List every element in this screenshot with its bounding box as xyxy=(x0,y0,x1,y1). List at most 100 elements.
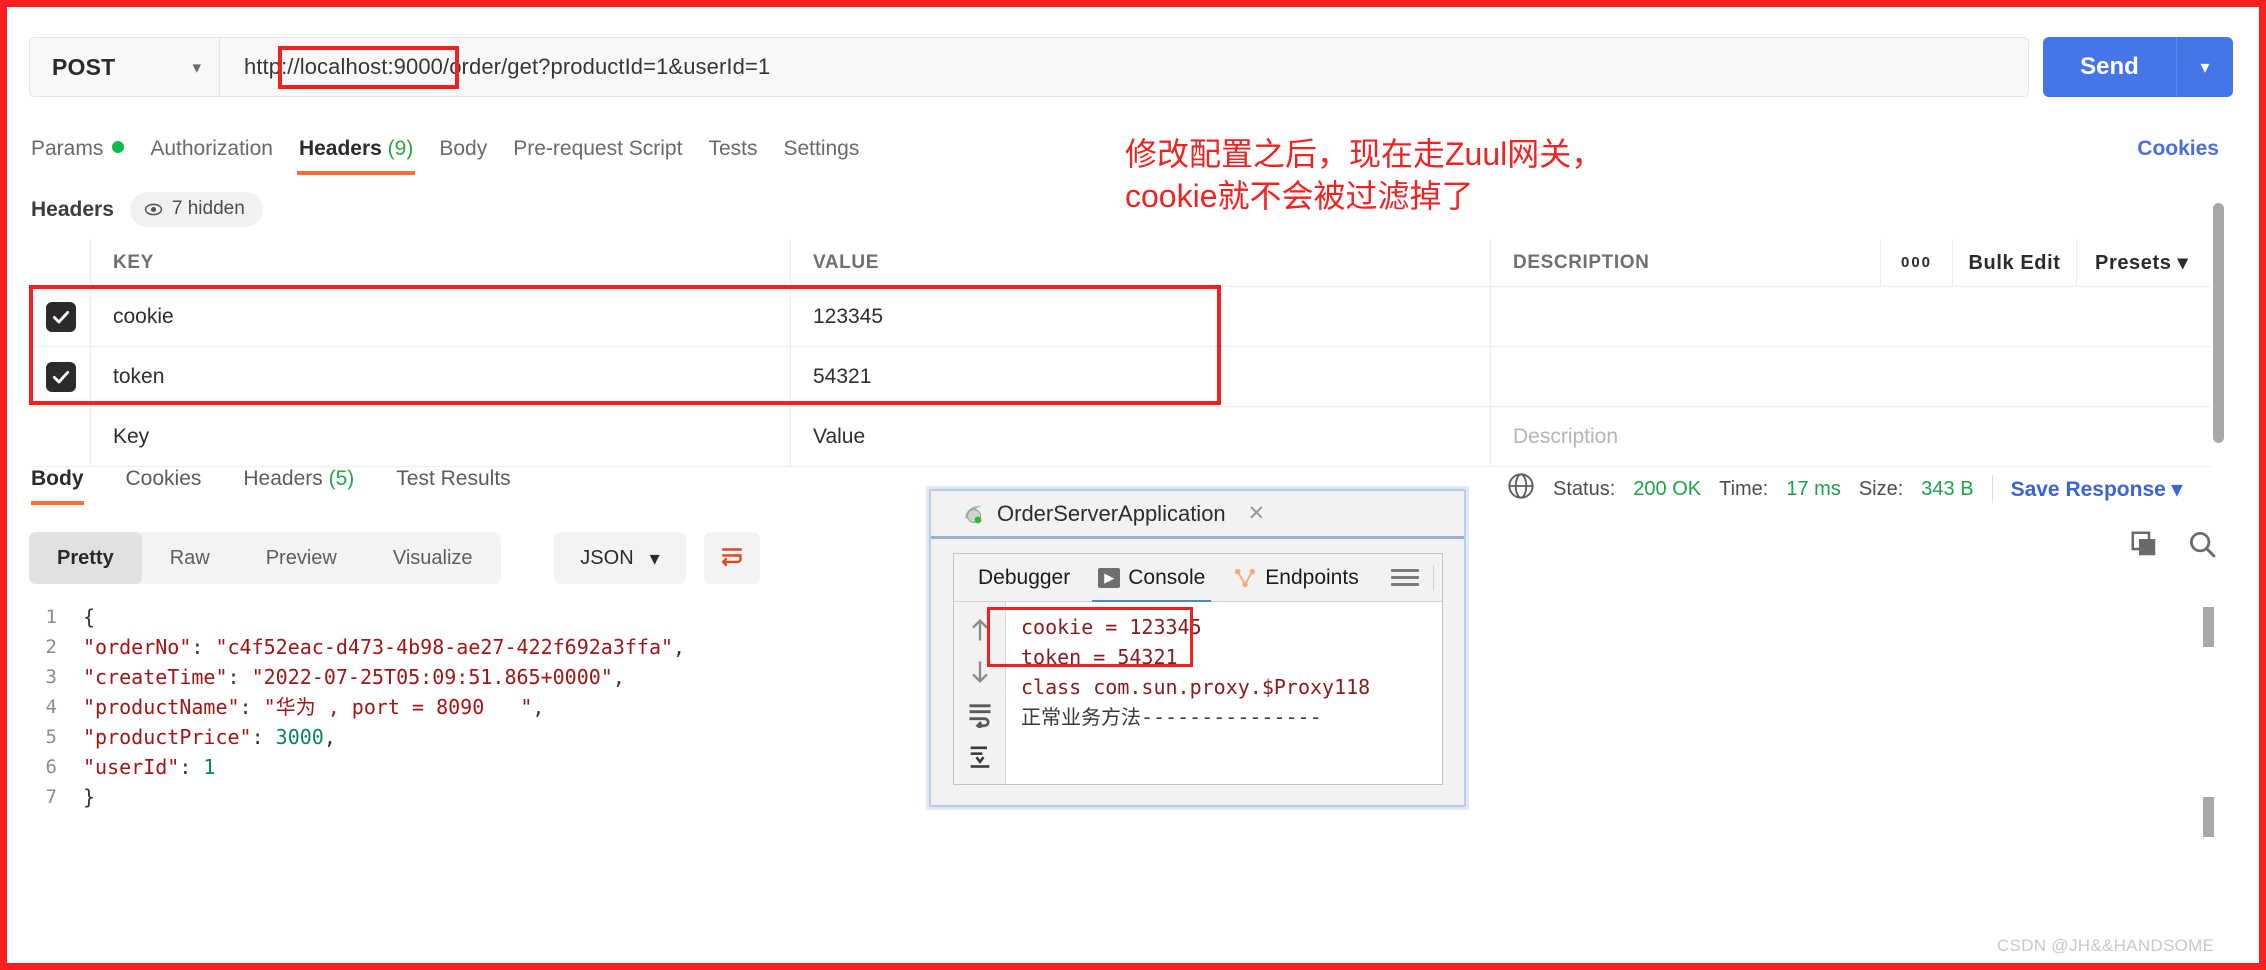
divider xyxy=(1433,564,1434,591)
row-checkbox[interactable] xyxy=(45,361,76,392)
headers-table: KEY VALUE DESCRIPTION 000 Bulk Edit Pres… xyxy=(31,238,2211,467)
json-key: "userId" xyxy=(83,755,180,779)
response-tab-test-results[interactable]: Test Results xyxy=(396,467,510,505)
soft-wrap-icon[interactable] xyxy=(966,700,994,730)
intellij-tab-endpoints[interactable]: Endpoints xyxy=(1219,554,1372,602)
word-wrap-button[interactable] xyxy=(704,532,760,584)
tab-headers-label: Headers xyxy=(298,137,382,160)
body-scrollbar-top[interactable] xyxy=(2203,607,2214,647)
view-mode-pretty[interactable]: Pretty xyxy=(29,532,142,584)
row-value[interactable]: 123345 xyxy=(791,287,1491,346)
intellij-run-tabbar: OrderServerApplication ✕ xyxy=(931,491,1464,539)
row-description[interactable] xyxy=(1491,347,1881,406)
line-number: 7 xyxy=(45,786,57,808)
save-response-button[interactable]: Save Response ▾ xyxy=(2011,477,2183,502)
column-description: DESCRIPTION xyxy=(1491,239,1881,286)
header-cell-check xyxy=(31,239,91,286)
response-tab-headers[interactable]: Headers (5) xyxy=(243,467,354,505)
body-format-select[interactable]: JSON ▾ xyxy=(554,532,686,584)
intellij-tab-debugger[interactable]: Debugger xyxy=(964,554,1084,602)
presets-button[interactable]: Presets ▾ xyxy=(2077,239,2206,287)
intellij-tab-console[interactable]: ▶ Console xyxy=(1084,554,1219,603)
line-number: 1 xyxy=(45,606,57,628)
placeholder-value[interactable]: Value xyxy=(791,407,1491,466)
tab-headers-count: (9) xyxy=(387,137,414,160)
hidden-headers-toggle[interactable]: 7 hidden xyxy=(129,192,263,227)
table-tools: 000 Bulk Edit Presets ▾ xyxy=(1881,238,2211,287)
time-value: 17 ms xyxy=(1786,477,1841,500)
json-colon: : xyxy=(227,665,252,689)
bulk-edit-button[interactable]: Bulk Edit xyxy=(1953,238,2077,287)
placeholder-key[interactable]: Key xyxy=(91,407,791,466)
search-icon[interactable] xyxy=(2187,529,2217,564)
table-row[interactable]: token 54321 xyxy=(31,347,2211,407)
console-line: token = 54321 xyxy=(1021,645,1178,669)
tab-params[interactable]: Params xyxy=(31,137,150,175)
tab-headers[interactable]: Headers (9) xyxy=(296,137,439,175)
row-description[interactable] xyxy=(1491,287,1881,346)
endpoints-icon xyxy=(1233,568,1257,588)
code-text: "createTime": "2022-07-25T05:09:51.865+0… xyxy=(83,662,625,692)
request-url-bar: POST ▾ http://localhost:9000/order/get?p… xyxy=(29,37,2029,97)
tab-authorization[interactable]: Authorization xyxy=(150,137,299,175)
http-method-select[interactable]: POST ▾ xyxy=(30,38,220,96)
tab-settings[interactable]: Settings xyxy=(783,137,885,175)
run-icon: ▶ xyxy=(1098,567,1121,588)
arrow-up-icon[interactable] xyxy=(966,616,994,644)
row-checkbox-cell xyxy=(31,347,91,406)
response-tab-body[interactable]: Body xyxy=(31,467,84,505)
row-value[interactable]: 54321 xyxy=(791,347,1491,406)
hamburger-icon[interactable] xyxy=(1391,569,1419,586)
body-format-label: JSON xyxy=(580,546,634,569)
size-value: 343 B xyxy=(1921,477,1974,500)
params-indicator-dot xyxy=(112,141,125,153)
body-scrollbar-bottom[interactable] xyxy=(2203,797,2214,837)
json-colon: : xyxy=(251,725,276,749)
table-row[interactable]: cookie 123345 xyxy=(31,287,2211,347)
tab-authorization-label: Authorization xyxy=(150,137,273,160)
close-icon[interactable]: ✕ xyxy=(1248,501,1266,526)
intellij-tab-endpoints-label: Endpoints xyxy=(1265,565,1359,589)
chevron-down-icon: ▾ xyxy=(649,547,660,570)
cookies-link[interactable]: Cookies xyxy=(2137,137,2219,161)
tab-pre-request-script[interactable]: Pre-request Script xyxy=(513,137,708,175)
annotation-text: 修改配置之后，现在走Zuul网关， cookie就不会被过滤掉了 xyxy=(1125,136,1604,214)
view-mode-preview[interactable]: Preview xyxy=(238,532,365,584)
line-number: 6 xyxy=(45,756,57,778)
placeholder-description[interactable]: Description xyxy=(1491,407,1881,466)
time-label: Time: xyxy=(1719,477,1769,500)
intellij-run-tab[interactable]: OrderServerApplication ✕ xyxy=(961,501,1265,527)
send-button[interactable]: Send ▾ xyxy=(2043,37,2233,97)
response-tab-cookies[interactable]: Cookies xyxy=(126,467,202,505)
intellij-console-output[interactable]: cookie = 123345 token = 54321 class com.… xyxy=(1007,602,1442,784)
arrow-down-icon[interactable] xyxy=(966,658,994,686)
line-number: 4 xyxy=(45,696,57,718)
headers-title: Headers xyxy=(31,197,114,221)
body-view-modes: Pretty Raw Preview Visualize xyxy=(29,532,501,584)
status-value: 200 OK xyxy=(1633,477,1702,500)
intellij-overlay: OrderServerApplication ✕ Debugger ▶ Cons… xyxy=(929,489,1466,807)
headers-scrollbar[interactable] xyxy=(2213,203,2224,443)
status-label: Status: xyxy=(1553,477,1616,500)
tab-tests[interactable]: Tests xyxy=(708,137,783,175)
row-checkbox[interactable] xyxy=(45,301,76,332)
view-mode-raw[interactable]: Raw xyxy=(142,532,238,584)
more-options-icon[interactable]: 000 xyxy=(1881,238,1953,287)
json-comma: , xyxy=(532,695,545,719)
scroll-to-end-icon[interactable] xyxy=(966,742,994,770)
chevron-down-icon[interactable]: ▾ xyxy=(2177,57,2233,78)
row-key[interactable]: cookie xyxy=(91,287,791,346)
copy-icon[interactable] xyxy=(2129,529,2159,564)
view-mode-visualize[interactable]: Visualize xyxy=(365,532,501,584)
response-tabs: Body Cookies Headers (5) Test Results xyxy=(31,467,553,505)
json-number: 1 xyxy=(203,755,216,779)
url-input[interactable]: http://localhost:9000/order/get?productI… xyxy=(220,38,2028,96)
code-text: "orderNo": "c4f52eac-d473-4b98-ae27-422f… xyxy=(83,632,685,662)
tab-body[interactable]: Body xyxy=(439,137,513,175)
row-key[interactable]: token xyxy=(91,347,791,406)
intellij-run-tab-label: OrderServerApplication xyxy=(997,500,1226,526)
json-key: "orderNo" xyxy=(83,635,192,659)
response-status-bar: Status: 200 OK Time: 17 ms Size: 343 B S… xyxy=(1507,472,2182,506)
response-tab-cookies-label: Cookies xyxy=(125,467,202,490)
table-row-placeholder[interactable]: Key Value Description xyxy=(31,407,2211,467)
